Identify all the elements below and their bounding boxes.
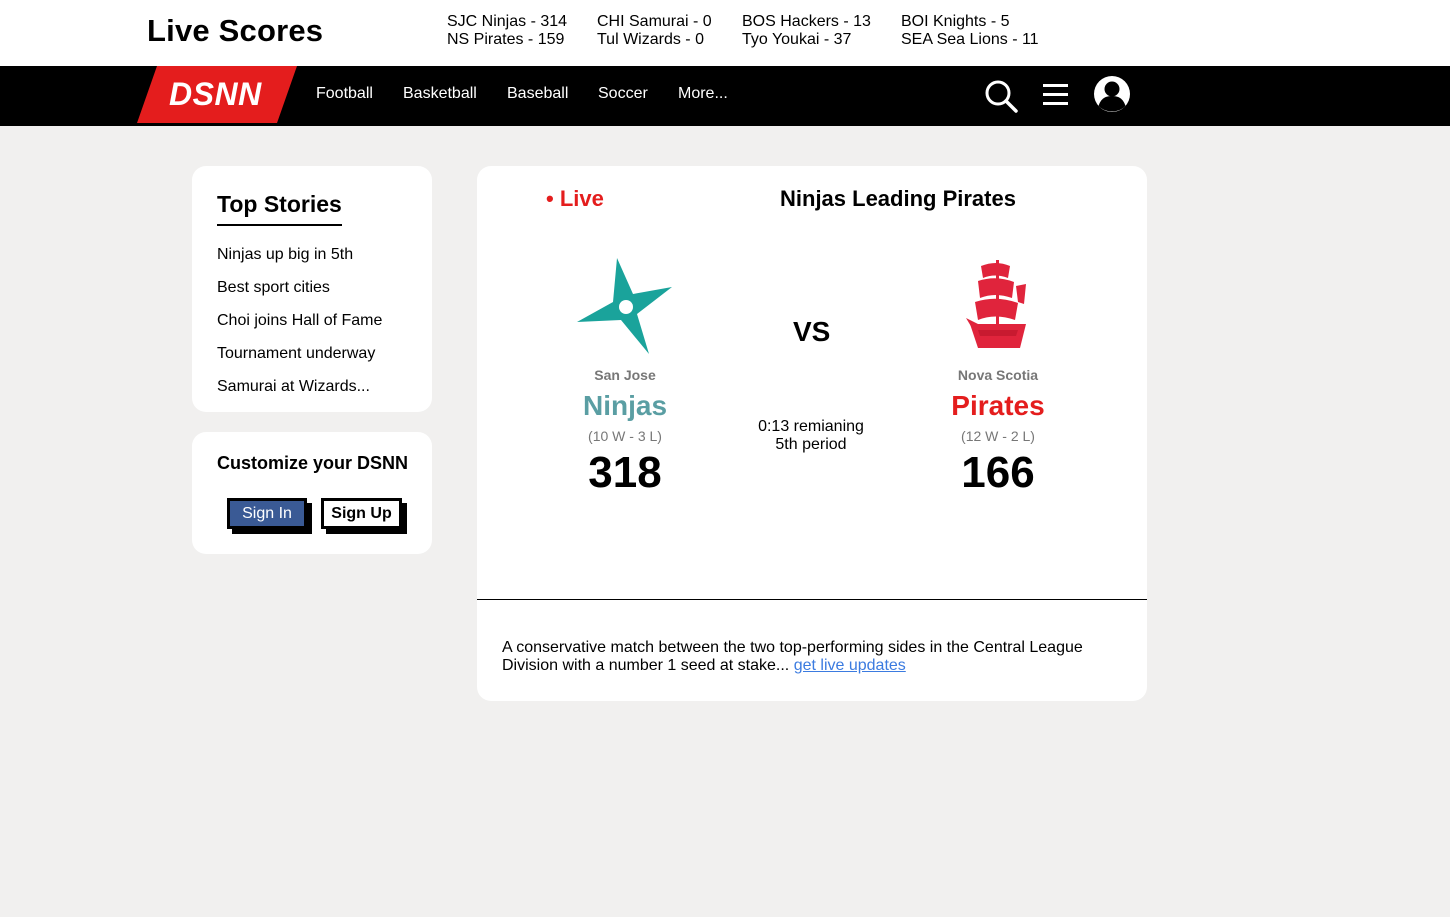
sign-in-wrapper: Sign In — [227, 498, 312, 534]
sign-up-button[interactable]: Sign Up — [321, 498, 402, 529]
nav-baseball[interactable]: Baseball — [507, 85, 568, 103]
nav-football[interactable]: Football — [316, 85, 373, 103]
ticker-home-score: SJC Ninjas - 314 — [447, 13, 568, 30]
ticker-home-score: BOS Hackers - 13 — [742, 13, 871, 30]
home-team-city: San Jose — [594, 367, 656, 383]
page-title: Live Scores — [147, 13, 324, 48]
ninja-star-icon — [577, 258, 672, 354]
away-team-name: Pirates — [951, 390, 1045, 421]
story-link[interactable]: Samurai at Wizards... — [217, 378, 370, 396]
home-team-name: Ninjas — [582, 390, 668, 421]
story-link[interactable]: Ninjas up big in 5th — [217, 246, 353, 264]
top-stories-card: Top Stories Ninjas up big in 5th Best sp… — [192, 166, 432, 412]
game-period: 5th period — [775, 436, 847, 453]
time-remaining: 0:13 remianing — [758, 418, 864, 435]
ticker-home-score: CHI Samurai - 0 — [597, 13, 712, 30]
live-scores-bar: Live Scores SJC Ninjas - 314 NS Pirates … — [0, 0, 1450, 66]
divider — [477, 599, 1147, 600]
home-team: San Jose Ninjas (10 W - 3 L) 318 — [525, 256, 725, 498]
sign-in-button[interactable]: Sign In — [227, 498, 307, 529]
game-headline: Ninjas Leading Pirates — [780, 186, 1016, 211]
user-avatar-icon[interactable] — [1093, 75, 1131, 118]
pirate-ship-icon — [966, 260, 1026, 348]
score-ticker-item[interactable]: SJC Ninjas - 314 NS Pirates - 159 — [447, 13, 567, 49]
dsnn-logo[interactable]: DSNN — [137, 66, 297, 123]
away-team: Nova Scotia Pirates (12 W - 2 L) 166 — [898, 256, 1098, 498]
nav-soccer[interactable]: Soccer — [598, 85, 648, 103]
top-stories-title: Top Stories — [217, 191, 342, 226]
ticker-away-score: Tul Wizards - 0 — [597, 31, 704, 48]
ticker-away-score: SEA Sea Lions - 11 — [901, 31, 1039, 48]
home-team-record: (10 W - 3 L) — [588, 428, 662, 444]
versus-label: VS — [793, 316, 831, 347]
customize-title: Customize your DSNN — [217, 453, 409, 473]
live-updates-link[interactable]: get live updates — [794, 657, 906, 674]
main-nav: DSNN Football Basketball Baseball Soccer… — [0, 66, 1450, 126]
score-ticker-item[interactable]: BOS Hackers - 13 Tyo Youkai - 37 — [742, 13, 871, 49]
story-link[interactable]: Choi joins Hall of Fame — [217, 312, 382, 330]
search-icon[interactable] — [983, 78, 1019, 119]
game-card: • Live Ninjas Leading Pirates San Jose N… — [477, 166, 1147, 701]
score-ticker-item[interactable]: BOI Knights - 5 SEA Sea Lions - 11 — [901, 13, 1039, 49]
away-team-record: (12 W - 2 L) — [961, 428, 1035, 444]
ticker-away-score: NS Pirates - 159 — [447, 31, 565, 48]
game-description: A conservative match between the two top… — [502, 639, 1122, 675]
menu-icon[interactable] — [1042, 81, 1070, 114]
nav-more[interactable]: More... — [678, 85, 728, 103]
customize-card: Customize your DSNN Sign In Sign Up — [192, 432, 432, 554]
live-indicator: • Live — [546, 186, 604, 211]
sign-up-wrapper: Sign Up — [321, 498, 407, 534]
ticker-away-score: Tyo Youkai - 37 — [742, 31, 852, 48]
ticker-home-score: BOI Knights - 5 — [901, 13, 1010, 30]
nav-basketball[interactable]: Basketball — [403, 85, 477, 103]
logo-text: DSNN — [169, 76, 262, 112]
away-team-city: Nova Scotia — [957, 367, 1039, 383]
away-team-score: 166 — [961, 448, 1035, 497]
description-text: A conservative match between the two top… — [502, 639, 1083, 674]
story-link[interactable]: Tournament underway — [217, 345, 375, 363]
game-clock: 0:13 remianing 5th period — [711, 418, 911, 454]
home-team-score: 318 — [588, 448, 662, 497]
score-ticker-item[interactable]: CHI Samurai - 0 Tul Wizards - 0 — [597, 13, 712, 49]
story-link[interactable]: Best sport cities — [217, 279, 330, 297]
